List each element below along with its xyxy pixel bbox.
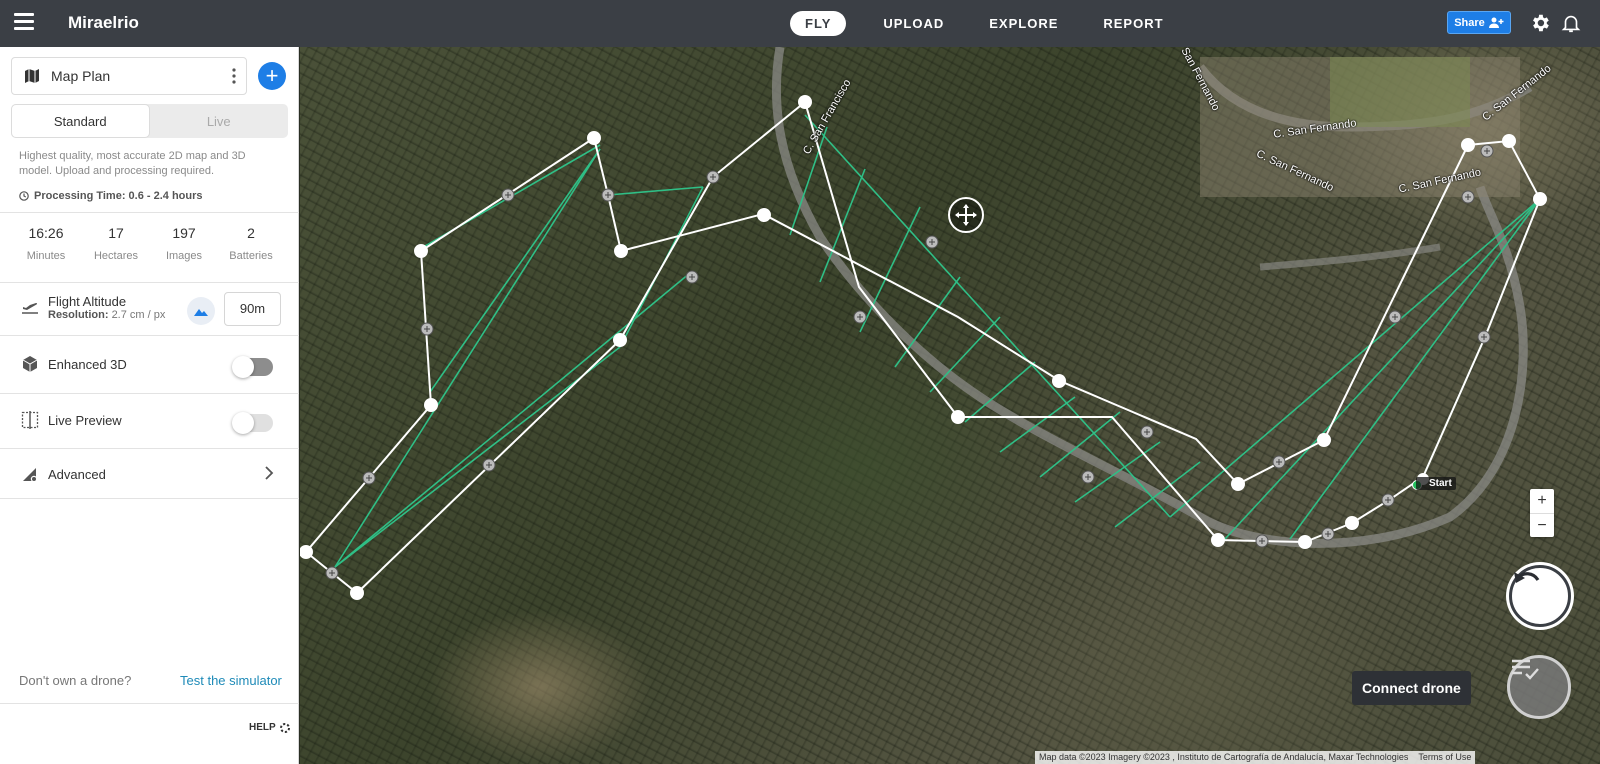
- flight-stats: 16:26 Minutes 17 Hectares 197 Images 2 Batte…: [0, 225, 299, 285]
- divider: [0, 448, 299, 449]
- midpoint-add-handles[interactable]: [325, 144, 1494, 580]
- map-attribution: Map data ©2023 Imagery ©2023 , Instituto…: [1035, 751, 1476, 764]
- top-bar: Miraelrio FLY UPLOAD EXPLORE REPORT Shar…: [0, 0, 1600, 47]
- mountain-icon: [194, 309, 208, 316]
- hamburger-menu-icon[interactable]: [14, 13, 34, 33]
- zoom-in-button[interactable]: +: [1530, 489, 1554, 513]
- undo-icon: [1514, 572, 1540, 583]
- map-canvas[interactable]: C. San Francisco C. San Fernando C. San …: [300, 47, 1600, 764]
- add-plan-button[interactable]: +: [258, 62, 286, 90]
- processing-time: Processing Time: 0.6 - 2.4 hours: [19, 190, 203, 202]
- plus-icon: +: [265, 63, 279, 88]
- lifebuoy-icon: [279, 722, 290, 733]
- terrain-follow-button[interactable]: [187, 297, 215, 325]
- sports-field: [1330, 57, 1470, 127]
- live-preview-toggle[interactable]: [232, 412, 273, 434]
- divider: [0, 393, 299, 394]
- stat-hectares: 17 Hectares: [93, 225, 139, 262]
- mode-standard[interactable]: Standard: [11, 104, 150, 138]
- stat-minutes: 16:26 Minutes: [26, 225, 66, 262]
- main-nav: FLY UPLOAD EXPLORE REPORT: [790, 11, 1209, 36]
- divider: [0, 335, 299, 336]
- clock-icon: [19, 191, 29, 201]
- map-overlay: [300, 47, 1547, 600]
- flight-altitude-title: Flight Altitude: [48, 294, 127, 309]
- move-polygon-icon[interactable]: [948, 197, 984, 233]
- checklist-icon: [1512, 659, 1539, 680]
- altitude-input[interactable]: 90m: [224, 292, 281, 326]
- chevron-right-icon[interactable]: [264, 466, 274, 480]
- resolution-text: Resolution: 2.7 cm / px: [48, 309, 166, 321]
- more-options-icon[interactable]: [232, 67, 236, 85]
- share-label: Share: [1454, 16, 1485, 29]
- split-view-icon: [21, 411, 39, 429]
- tab-fly[interactable]: FLY: [790, 11, 847, 36]
- divider: [0, 498, 299, 499]
- bell-icon[interactable]: [1560, 12, 1582, 34]
- enhanced-3d-toggle[interactable]: [232, 356, 273, 378]
- attribution-text: Map data ©2023 Imagery ©2023 , Instituto…: [1039, 752, 1409, 762]
- zoom-controls: + −: [1530, 489, 1554, 537]
- stat-images: 197 Images: [165, 225, 203, 262]
- tab-report[interactable]: REPORT: [1103, 11, 1163, 36]
- sidebar: Map Plan + Standard Live Highest quality…: [0, 47, 299, 764]
- gear-icon[interactable]: [1529, 12, 1551, 34]
- help-label: HELP: [249, 722, 276, 733]
- plane-takeoff-icon: [22, 303, 38, 314]
- mode-description: Highest quality, most accurate 2D map an…: [19, 150, 246, 177]
- plan-name: Map Plan: [51, 68, 111, 84]
- start-label: Start: [1416, 477, 1456, 490]
- stat-batteries: 2 Batteries: [229, 225, 273, 262]
- map-icon: [25, 69, 39, 83]
- plan-type-select[interactable]: Map Plan: [11, 57, 247, 95]
- undo-button[interactable]: [1509, 565, 1571, 627]
- connect-drone-label: Connect drone: [1352, 671, 1471, 705]
- zoom-out-button[interactable]: −: [1530, 513, 1554, 537]
- tab-upload[interactable]: UPLOAD: [883, 11, 944, 36]
- divider: [0, 212, 299, 213]
- add-people-icon: [1488, 17, 1504, 28]
- test-simulator-link[interactable]: Test the simulator: [180, 673, 282, 688]
- no-drone-text: Don't own a drone?: [19, 673, 132, 688]
- brand-logo: Miraelrio: [68, 13, 139, 32]
- divider: [0, 703, 299, 704]
- tab-explore[interactable]: EXPLORE: [989, 11, 1058, 36]
- advanced-settings-icon: [23, 468, 38, 483]
- connect-drone-button[interactable]: [1507, 655, 1571, 719]
- mode-live[interactable]: Live: [150, 104, 289, 138]
- help-button[interactable]: HELP: [249, 722, 290, 733]
- divider: [0, 282, 299, 283]
- terms-of-use-link[interactable]: Terms of Use: [1418, 751, 1471, 764]
- enhanced-3d-label: Enhanced 3D: [48, 357, 127, 372]
- processing-time-text: Processing Time: 0.6 - 2.4 hours: [34, 190, 203, 202]
- cube-icon: [22, 356, 38, 372]
- live-preview-label: Live Preview: [48, 413, 122, 428]
- mode-toggle: Standard Live: [11, 104, 288, 138]
- advanced-label[interactable]: Advanced: [48, 467, 106, 482]
- share-button[interactable]: Share: [1447, 11, 1511, 34]
